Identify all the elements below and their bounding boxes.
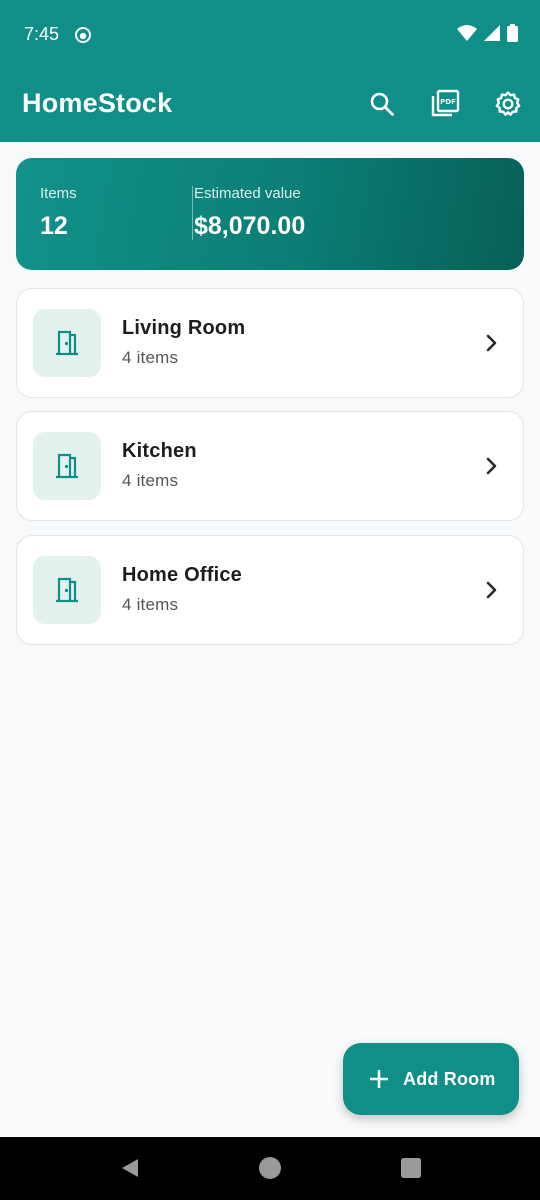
- recents-square-icon: [401, 1158, 421, 1178]
- room-item-count: 4 items: [122, 471, 179, 490]
- chevron-right-icon: [486, 457, 497, 475]
- room-card-home-office[interactable]: Home Office 4 items: [16, 535, 524, 645]
- chevron-right-icon: [486, 334, 497, 352]
- room-icon-box: [33, 556, 101, 624]
- home-circle-icon: [259, 1157, 281, 1179]
- status-icons: [457, 24, 518, 42]
- add-room-label: Add Room: [403, 1068, 496, 1089]
- room-card-living-room[interactable]: Living Room 4 items: [16, 288, 524, 398]
- settings-button[interactable]: [492, 88, 524, 120]
- door-icon: [56, 453, 78, 479]
- estimated-value-amount: $8,070.00: [194, 212, 306, 240]
- settings-icon: [495, 91, 521, 116]
- wifi-icon: [457, 25, 477, 41]
- estimated-value-label: Estimated value: [194, 185, 301, 202]
- status-bar: 7:45: [0, 0, 540, 68]
- summary-divider: [192, 186, 193, 240]
- app-bar: HomeStock PDF: [0, 68, 540, 142]
- room-name: Home Office: [122, 564, 243, 586]
- nav-back-button[interactable]: [117, 1155, 143, 1181]
- plus-icon: [370, 1070, 388, 1088]
- items-value: 12: [40, 212, 68, 240]
- app-title: HomeStock: [22, 88, 173, 118]
- items-label: Items: [40, 185, 77, 202]
- door-icon: [56, 577, 78, 603]
- nav-recents-button[interactable]: [398, 1155, 424, 1181]
- room-card-kitchen[interactable]: Kitchen 4 items: [16, 411, 524, 521]
- battery-icon: [507, 24, 518, 42]
- signal-icon: [484, 25, 500, 41]
- status-time: 7:45: [24, 24, 60, 44]
- add-room-button[interactable]: Add Room: [343, 1043, 519, 1115]
- door-icon: [56, 330, 78, 356]
- room-item-count: 4 items: [122, 348, 179, 367]
- room-name: Living Room: [122, 317, 246, 339]
- room-item-count: 4 items: [122, 595, 179, 614]
- back-triangle-icon: [122, 1159, 138, 1177]
- search-icon: [370, 92, 394, 116]
- pdf-export-icon: PDF: [431, 89, 460, 117]
- svg-text:PDF: PDF: [440, 98, 456, 106]
- search-button[interactable]: [366, 88, 398, 120]
- export-pdf-button[interactable]: PDF: [429, 88, 461, 120]
- chevron-right-icon: [486, 581, 497, 599]
- notification-icon: [75, 27, 91, 43]
- room-name: Kitchen: [122, 440, 197, 462]
- summary-card: Items 12 Estimated value $8,070.00: [16, 158, 524, 270]
- room-icon-box: [33, 309, 101, 377]
- system-nav-bar: [0, 1137, 540, 1200]
- room-icon-box: [33, 432, 101, 500]
- nav-home-button[interactable]: [257, 1155, 283, 1181]
